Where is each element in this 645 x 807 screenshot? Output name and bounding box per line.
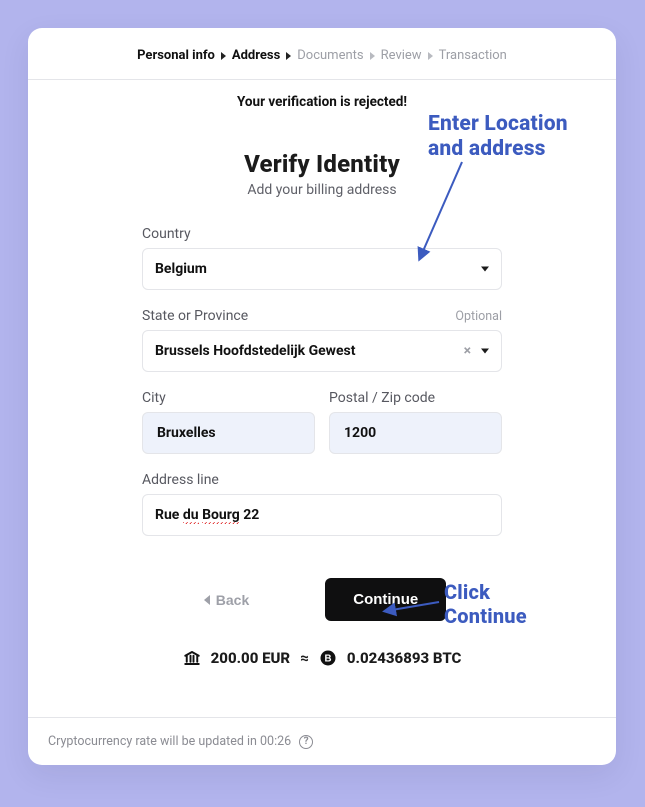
help-icon[interactable]: ? — [299, 735, 313, 749]
city-input[interactable] — [142, 412, 315, 454]
bitcoin-icon: B — [319, 649, 337, 667]
address-label: Address line — [142, 472, 502, 488]
crumb-review: Review — [381, 48, 422, 63]
country-label: Country — [142, 226, 502, 242]
postal-field[interactable] — [342, 424, 489, 442]
back-button[interactable]: Back — [198, 591, 255, 609]
svg-text:B: B — [324, 653, 331, 664]
country-select[interactable]: Belgium — [142, 248, 502, 290]
chevron-right-icon — [221, 52, 226, 60]
crypto-amount: 0.02436893 BTC — [347, 649, 461, 667]
postal-input[interactable] — [329, 412, 502, 454]
approx-sign: ≈ — [300, 649, 309, 667]
address-form: Country Belgium State or Province Option… — [142, 226, 502, 621]
optional-hint: Optional — [455, 309, 502, 324]
conversion-line: 200.00 EUR ≈ B 0.02436893 BTC — [72, 649, 572, 695]
state-label: State or Province Optional — [142, 308, 502, 324]
breadcrumb: Personal info Address Documents Review T… — [28, 28, 616, 80]
address-value: Rue du Bourg 22 — [155, 507, 259, 523]
chevron-right-icon — [286, 52, 291, 60]
verification-rejected-alert: Your verification is rejected! — [28, 80, 616, 116]
state-value: Brussels Hoofdstedelijk Gewest — [155, 343, 355, 359]
crumb-transaction: Transaction — [439, 48, 507, 63]
chevron-right-icon — [428, 52, 433, 60]
fiat-amount: 200.00 EUR — [211, 649, 290, 667]
verification-card: Personal info Address Documents Review T… — [28, 28, 616, 765]
page-subtitle: Add your billing address — [72, 182, 572, 198]
chevron-down-icon — [481, 349, 489, 354]
rate-text: Cryptocurrency rate will be updated in — [48, 734, 260, 749]
chevron-down-icon — [481, 267, 489, 272]
address-input[interactable]: Rue du Bourg 22 — [142, 494, 502, 536]
country-value: Belgium — [155, 261, 207, 277]
chevron-left-icon — [204, 595, 210, 605]
crumb-address[interactable]: Address — [232, 48, 280, 63]
rate-footer: Cryptocurrency rate will be updated in 0… — [28, 717, 616, 765]
crumb-personal-info[interactable]: Personal info — [137, 48, 215, 63]
postal-label: Postal / Zip code — [329, 390, 502, 406]
continue-button[interactable]: Continue — [325, 578, 446, 621]
state-select[interactable]: Brussels Hoofdstedelijk Gewest × — [142, 330, 502, 372]
city-field[interactable] — [155, 424, 302, 442]
rate-countdown: 00:26 — [260, 734, 291, 749]
bank-icon — [183, 649, 201, 667]
chevron-right-icon — [370, 52, 375, 60]
crumb-documents: Documents — [297, 48, 363, 63]
page-title: Verify Identity — [72, 150, 572, 178]
city-label: City — [142, 390, 315, 406]
clear-icon[interactable]: × — [464, 343, 471, 359]
